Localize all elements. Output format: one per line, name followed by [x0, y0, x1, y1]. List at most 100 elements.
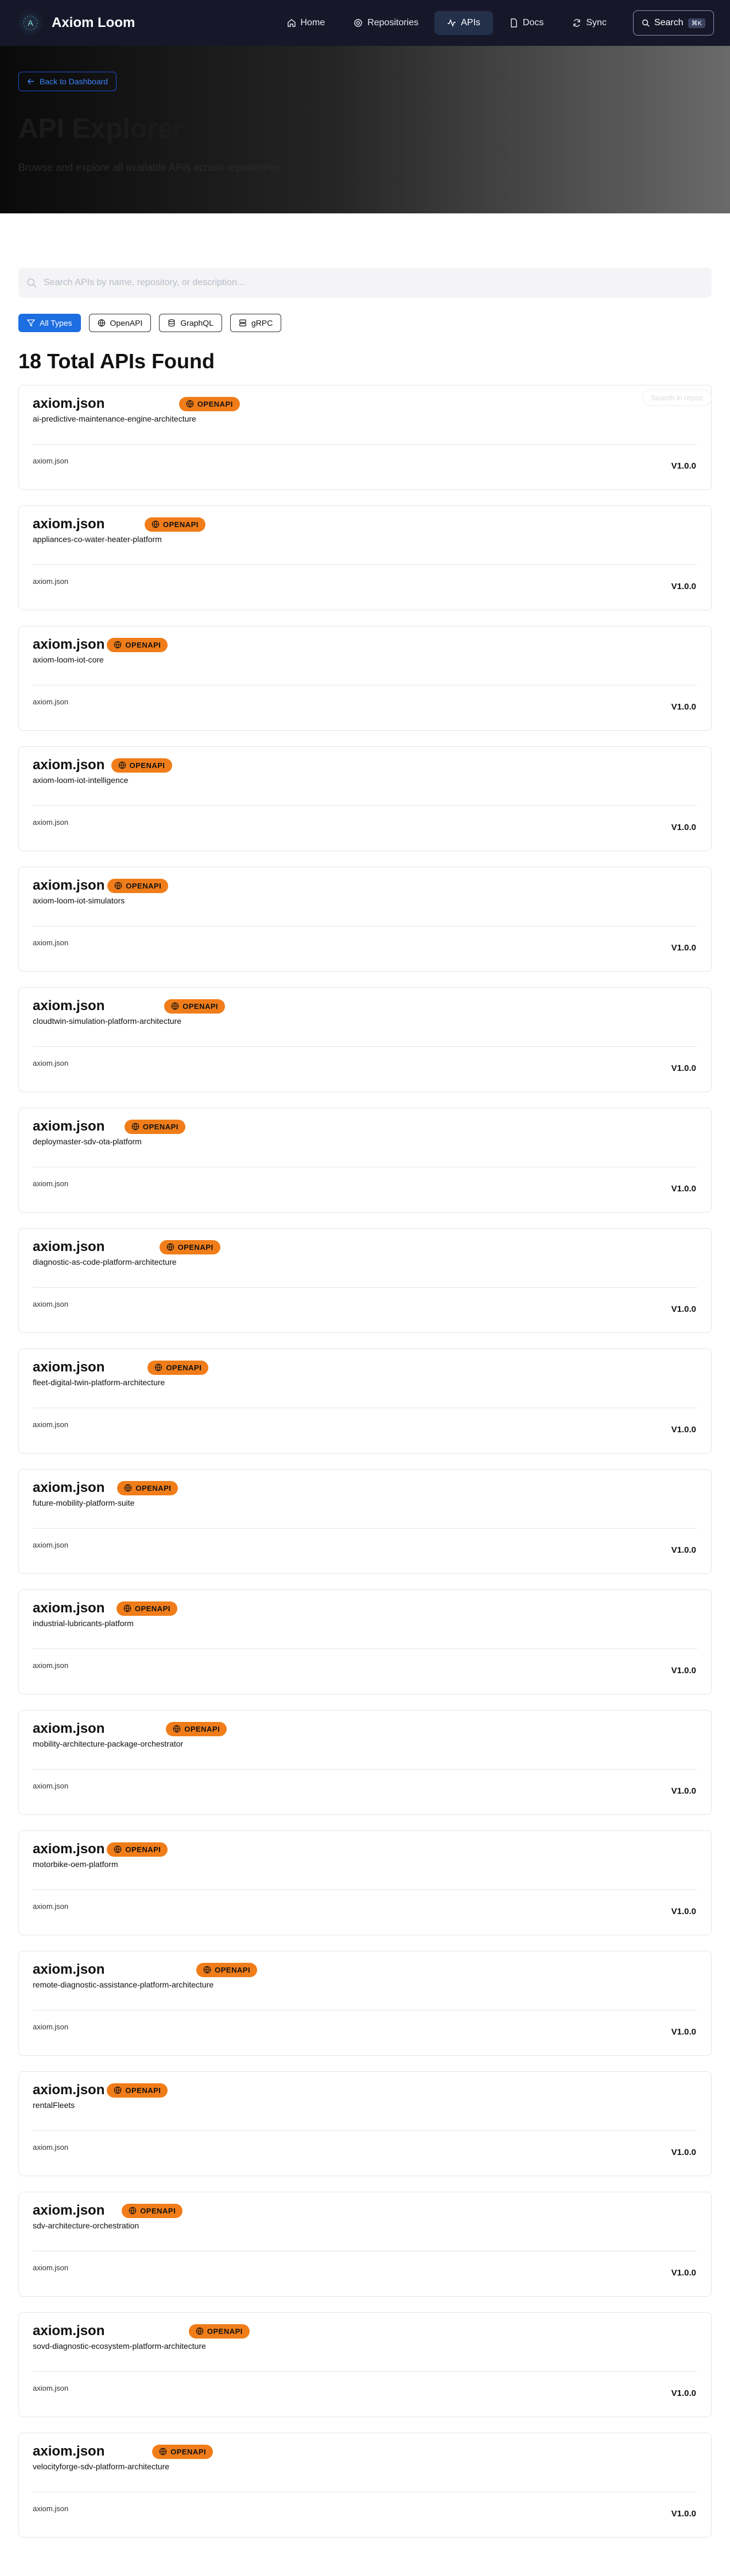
nav-item-apis[interactable]: APIs — [434, 11, 493, 35]
api-type-badge: OPENAPI — [159, 1240, 220, 1254]
api-title: axiom.json — [33, 2082, 105, 2098]
api-card-header: axiom.json OPENAPI — [33, 1480, 697, 1496]
shortcut-badge: ⌘K — [688, 18, 705, 28]
api-title: axiom.json — [33, 637, 105, 652]
api-card[interactable]: axiom.json OPENAPI sdv-architecture-orches… — [18, 2192, 712, 2297]
api-title: axiom.json — [33, 2444, 105, 2459]
logo-icon: A — [23, 15, 38, 30]
api-type-badge: OPENAPI — [152, 2444, 213, 2459]
api-file-name: axiom.json — [33, 577, 69, 586]
database-icon — [168, 319, 175, 327]
api-file-name: axiom.json — [33, 1420, 69, 1429]
api-type-label: OPENAPI — [129, 761, 165, 770]
api-card[interactable]: axiom.json OPENAPI axiom-loom-iot-intellig… — [18, 746, 712, 851]
api-card[interactable]: axiom.json OPENAPI rentalFleets axiom.json V… — [18, 2071, 712, 2176]
api-card[interactable]: axiom.json OPENAPI mobility-architecture-p… — [18, 1710, 712, 1815]
globe-icon — [159, 2448, 167, 2456]
globe-icon — [125, 1484, 132, 1492]
api-repository: velocityforge-sdv-platform-architecture — [33, 2462, 170, 2471]
filter-grpc[interactable]: gRPC — [230, 314, 282, 332]
globe-icon — [123, 1604, 131, 1612]
globe-icon — [131, 1123, 139, 1131]
arrow-left-icon — [27, 79, 34, 84]
api-card[interactable]: axiom.json OPENAPI velocityforge-sdv-platf… — [18, 2433, 712, 2538]
api-card[interactable]: axiom.json OPENAPI deploymaster-sdv-ota-pl… — [18, 1108, 712, 1213]
api-type-label: OPENAPI — [125, 2086, 161, 2095]
api-type-label: OPENAPI — [166, 1363, 202, 1372]
api-card[interactable]: axiom.json OPENAPI appliances-co-water-hea… — [18, 505, 712, 610]
api-file-name: axiom.json — [33, 1541, 69, 1549]
api-repository: future-mobility-platform-suite — [33, 1498, 135, 1507]
top-navigation: A Axiom Loom Home Repositories APIs Docs… — [0, 0, 730, 46]
document-icon — [511, 18, 517, 28]
api-card[interactable]: axiom.json OPENAPI future-mobility-platfor… — [18, 1469, 712, 1574]
nav-item-docs[interactable]: Docs — [496, 11, 556, 35]
search-input-placeholder: Search APIs by name, repository, or desc… — [44, 278, 245, 287]
api-type-badge: OPENAPI — [144, 517, 205, 532]
api-file-name: axiom.json — [33, 1179, 69, 1188]
api-version: V1.0.0 — [671, 702, 696, 712]
filter-all-types[interactable]: All Types — [18, 314, 81, 332]
nav-item-repositories[interactable]: Repositories — [341, 11, 431, 35]
nav-item-label: APIs — [461, 18, 480, 28]
api-card[interactable]: axiom.json OPENAPI axiom-loom-iot-simulato… — [18, 867, 712, 972]
globe-icon — [173, 1725, 181, 1733]
api-type-badge: OPENAPI — [166, 1721, 227, 1736]
api-card[interactable]: axiom.json OPENAPI motorbike-oem-platform a… — [18, 1830, 712, 1935]
back-button-label: Back to Dashboard — [40, 77, 108, 86]
back-to-dashboard-button[interactable]: Back to Dashboard — [18, 72, 117, 91]
filter-openapi[interactable]: OpenAPI — [88, 314, 152, 332]
api-type-label: OPENAPI — [162, 520, 199, 529]
app-name: Axiom Loom — [52, 15, 135, 30]
filter-icon — [27, 319, 35, 327]
api-card[interactable]: axiom.json OPENAPI fleet-digital-twin-plat… — [18, 1349, 712, 1453]
globe-icon — [186, 400, 194, 408]
sync-icon — [573, 19, 581, 27]
api-card[interactable]: axiom.json OPENAPI axiom-loom-iot-core axio… — [18, 626, 712, 731]
nav-item-sync[interactable]: Sync — [560, 11, 619, 35]
page-subtitle: Browse and explore all available APIs ac… — [18, 162, 281, 173]
search-button[interactable]: Search ⌘K — [632, 10, 714, 36]
api-card[interactable]: axiom.json OPENAPI cloudtwin-simulation-pl… — [18, 987, 712, 1092]
api-card[interactable]: axiom.json OPENAPI industrial-lubricants-p… — [18, 1589, 712, 1694]
filter-graphql[interactable]: GraphQL — [159, 314, 222, 332]
api-search-bar[interactable]: Search APIs by name, repository, or desc… — [18, 268, 712, 298]
api-card[interactable]: axiom.json OPENAPI sovd-diagnostic-ecosyst… — [18, 2312, 712, 2417]
api-type-badge: OPENAPI — [188, 2324, 250, 2339]
api-card[interactable]: axiom.json OPENAPI ai-predictive-maintenan… — [18, 385, 712, 490]
api-card-header: axiom.json OPENAPI — [33, 998, 697, 1014]
api-file-name: axiom.json — [33, 697, 69, 706]
api-repository: motorbike-oem-platform — [33, 1860, 118, 1869]
api-version: V1.0.0 — [671, 1184, 696, 1194]
api-card-header: axiom.json OPENAPI — [33, 2444, 697, 2460]
api-type-label: OPENAPI — [125, 640, 161, 649]
api-repository: deploymaster-sdv-ota-platform — [33, 1137, 142, 1146]
api-type-label: OPENAPI — [177, 1242, 213, 1252]
api-version: V1.0.0 — [671, 1545, 696, 1555]
api-repository: remote-diagnostic-assistance-platform-ar… — [33, 1980, 214, 1989]
api-card-header: axiom.json OPENAPI — [33, 1600, 697, 1616]
api-card-list: Search in repos axiom.json OPENAPI ai-pred… — [18, 385, 712, 2538]
nav-item-label: Sync — [586, 18, 607, 28]
api-type-badge: OPENAPI — [107, 637, 168, 652]
filter-label: GraphQL — [180, 318, 213, 328]
api-repository: mobility-architecture-package-orchestrat… — [33, 1739, 184, 1748]
api-type-badge: OPENAPI — [178, 396, 240, 411]
globe-icon — [114, 2086, 122, 2094]
api-card[interactable]: axiom.json OPENAPI diagnostic-as-code-plat… — [18, 1228, 712, 1333]
api-card-header: axiom.json OPENAPI — [33, 1721, 697, 1737]
brand[interactable]: A Axiom Loom — [16, 9, 135, 37]
nav-item-home[interactable]: Home — [274, 11, 338, 35]
api-file-name: axiom.json — [33, 2504, 69, 2513]
api-type-label: OPENAPI — [140, 2206, 176, 2215]
results-count-heading: 18 Total APIs Found — [18, 349, 215, 373]
api-type-badge: OPENAPI — [107, 2083, 168, 2098]
filter-label: gRPC — [251, 318, 273, 328]
api-card[interactable]: axiom.json OPENAPI remote-diagnostic-assis… — [18, 1951, 712, 2056]
api-type-badge: OPENAPI — [116, 1601, 177, 1616]
search-in-repos-button[interactable]: Search in repos — [642, 389, 712, 406]
api-file-name: axiom.json — [33, 2384, 69, 2392]
api-type-label: OPENAPI — [207, 2326, 243, 2336]
api-type-badge: OPENAPI — [122, 2203, 183, 2218]
api-version: V1.0.0 — [671, 2148, 696, 2157]
